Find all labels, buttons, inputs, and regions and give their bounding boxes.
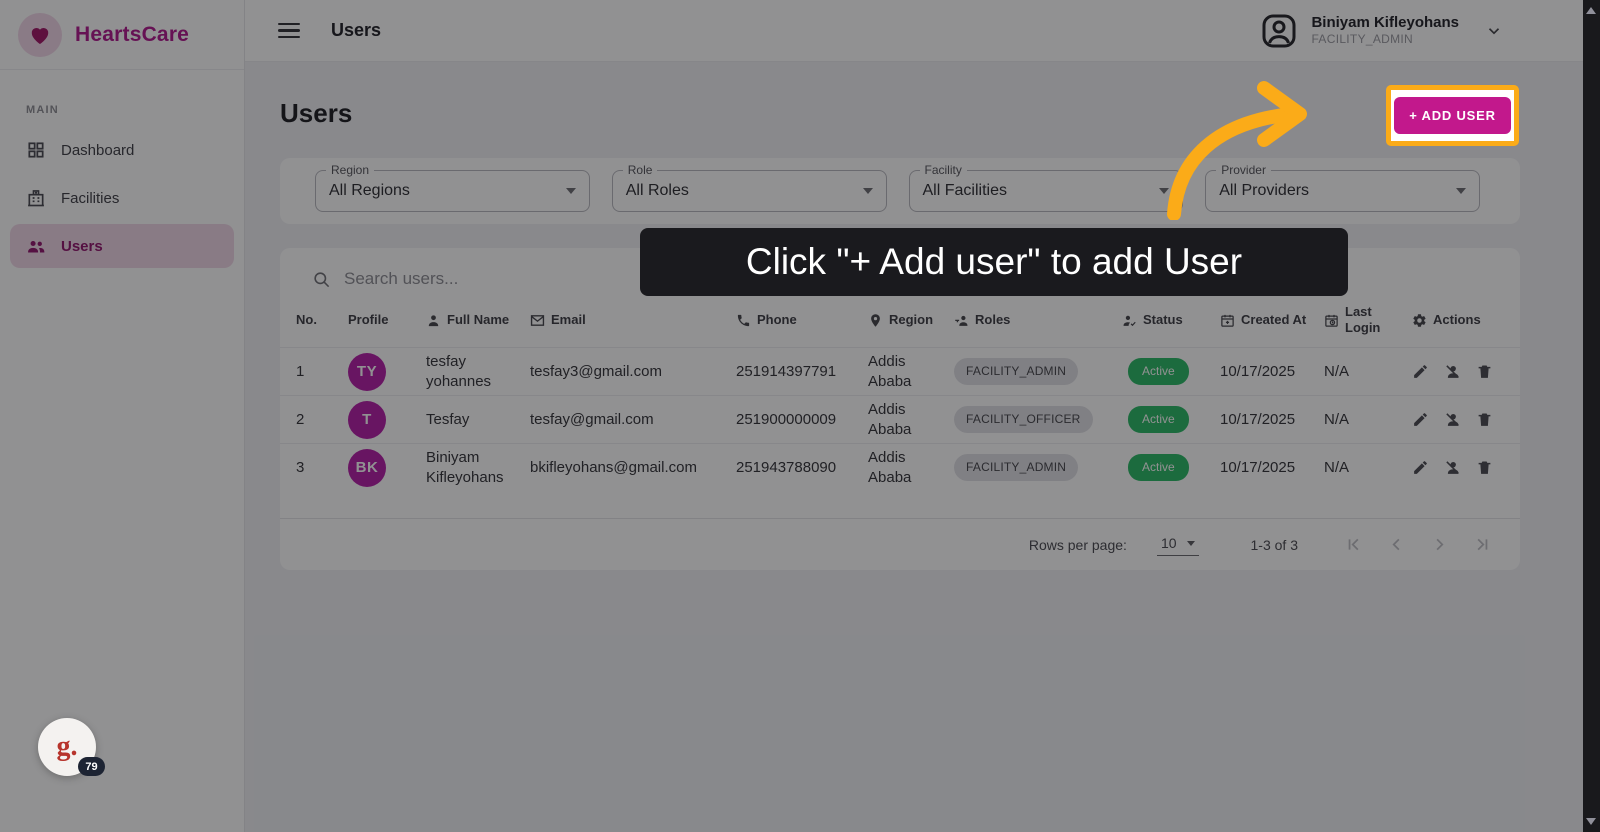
tutorial-tooltip: Click "+ Add user" to add User [640,228,1348,296]
scroll-up-icon[interactable] [1586,7,1596,14]
guide-widget[interactable]: g. 79 [38,718,105,776]
guide-widget-badge: 79 [78,757,105,776]
scrollbar[interactable] [1583,0,1600,832]
tutorial-dim-overlay [0,0,1600,832]
guide-widget-logo: g. [56,731,78,762]
add-user-highlight: + ADD USER [1386,85,1519,146]
add-user-button[interactable]: + ADD USER [1394,97,1511,134]
tutorial-arrow [1167,81,1307,220]
scroll-down-icon[interactable] [1586,818,1596,825]
